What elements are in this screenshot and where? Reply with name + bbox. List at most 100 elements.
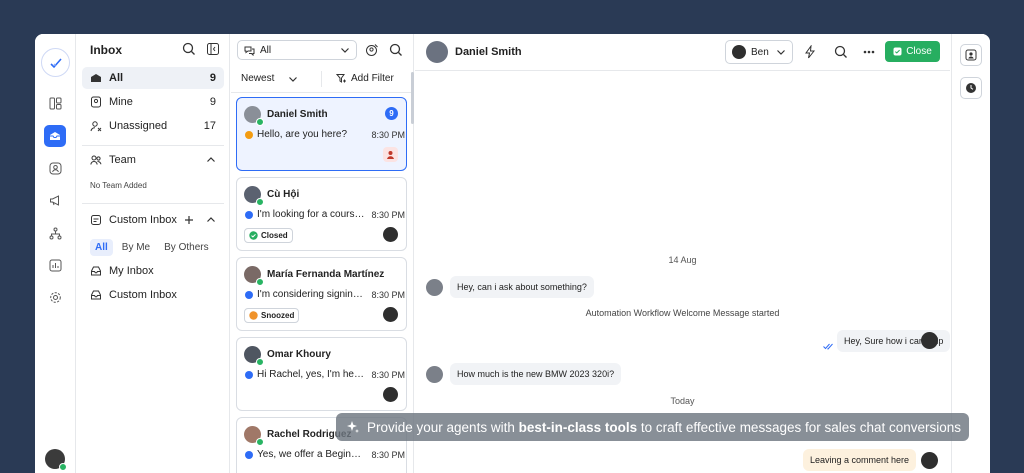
date-separator: 14 Aug — [668, 255, 697, 265]
close-conversation-button[interactable]: Close — [885, 41, 940, 62]
double-check-icon — [823, 343, 834, 350]
right-toolbar — [951, 34, 990, 473]
contact-name: María Fernanda Martínez — [267, 269, 385, 280]
contact-avatar — [426, 279, 443, 296]
sidebar-item-all[interactable]: All 9 — [82, 67, 224, 89]
inbox-nav-icon[interactable] — [44, 125, 66, 147]
history-clock-icon[interactable] — [960, 77, 982, 99]
sidebar-item-mine[interactable]: Mine 9 — [82, 91, 224, 113]
inbox-sidebar: Inbox All 9 Mine 9 Unassigned 17 Team No… — [76, 34, 230, 473]
chevron-down-icon — [288, 74, 298, 84]
search-icon[interactable] — [833, 44, 849, 60]
contact-name: Omar Khoury — [267, 349, 331, 360]
sidebar-item-custom-inbox[interactable]: Custom Inbox — [82, 284, 224, 306]
custom-inbox-header[interactable]: Custom Inbox — [82, 209, 224, 231]
assignee-select[interactable]: Ben — [725, 40, 793, 64]
message-time: 8:30 PM — [371, 209, 405, 220]
last-message: I'm considering signing... 8:30 PM — [245, 289, 405, 300]
incoming-message: How much is the new BMW 2023 320i? — [450, 363, 622, 385]
incoming-message: Hey, can i ask about something? — [450, 276, 594, 298]
conversation-card[interactable]: Daniel Smith 9 Hello, are you here? 8:30… — [236, 97, 407, 171]
internal-comment: Leaving a comment here — [803, 449, 917, 471]
agent-avatar — [383, 227, 398, 242]
team-label: Team — [109, 154, 136, 166]
conversation-card[interactable]: Cù Hội I'm looking for a course... 8:30 … — [236, 177, 407, 251]
sidebar-item-label: Custom Inbox — [109, 289, 177, 301]
conversation-list: All Newest Add Filter Daniel Smith 9 Hel… — [231, 34, 414, 473]
team-icon — [90, 154, 102, 166]
workflow-icon[interactable] — [44, 222, 66, 244]
sparkle-icon — [346, 420, 360, 434]
more-options-icon[interactable] — [861, 44, 877, 60]
chevron-up-icon[interactable] — [206, 215, 216, 225]
assignee-name: Ben — [751, 46, 769, 58]
unread-count-badge: 9 — [385, 107, 398, 120]
channel-icon — [245, 290, 253, 299]
agent-assign-icon[interactable] — [365, 43, 379, 57]
settings-gear-icon[interactable] — [44, 286, 66, 308]
contact-avatar — [244, 266, 264, 286]
chat-header: Daniel Smith Ben Close — [415, 34, 950, 71]
sidebar-item-my-inbox[interactable]: My Inbox — [82, 260, 224, 282]
message-time: 8:30 PM — [371, 449, 405, 460]
promo-banner: Provide your agents with best-in-class t… — [336, 413, 969, 441]
close-label: Close — [906, 46, 932, 57]
filter-icon — [336, 73, 347, 84]
plus-icon[interactable] — [184, 215, 194, 225]
sidebar-item-label: My Inbox — [109, 265, 154, 277]
agent-avatar — [732, 45, 746, 59]
conversation-card[interactable]: María Fernanda Martínez I'm considering … — [236, 257, 407, 331]
add-filter-button[interactable]: Add Filter — [336, 73, 394, 84]
contact-name[interactable]: Daniel Smith — [455, 46, 522, 58]
contact-avatar — [244, 346, 264, 366]
filter-by-me[interactable]: By Me — [117, 239, 155, 256]
chat-bubbles-icon — [244, 45, 255, 56]
list-scrollbar[interactable] — [411, 72, 414, 124]
contact-name: Cù Hội — [267, 189, 300, 200]
dashboard-icon[interactable] — [44, 92, 66, 114]
status-badge: Snoozed — [244, 308, 300, 323]
sort-select[interactable]: Newest — [241, 73, 298, 84]
filter-by-others[interactable]: By Others — [159, 239, 213, 256]
system-message: Automation Workflow Welcome Message star… — [585, 308, 780, 318]
search-icon[interactable] — [182, 42, 196, 56]
filter-all[interactable]: All — [90, 239, 113, 256]
agent-avatar — [921, 452, 938, 469]
unassigned-agent-icon — [383, 147, 398, 162]
inbox-icon — [90, 72, 102, 84]
message-preview: I'm considering signing... — [257, 289, 365, 300]
contact-avatar — [244, 106, 264, 126]
contact-avatar[interactable] — [426, 41, 448, 63]
channel-icon — [245, 210, 253, 219]
contacts-icon[interactable] — [44, 157, 66, 179]
search-icon[interactable] — [389, 43, 403, 57]
status-label: Closed — [261, 231, 288, 240]
chevron-down-icon — [340, 45, 350, 55]
message-time: 8:30 PM — [371, 369, 405, 380]
collapse-sidebar-icon[interactable] — [206, 42, 220, 56]
conversation-card[interactable]: Omar Khoury Hi Rachel, yes, I'm here... … — [236, 337, 407, 411]
chevron-down-icon — [776, 47, 786, 57]
contact-avatar — [244, 186, 264, 206]
date-separator: Today — [670, 396, 695, 406]
lightning-icon[interactable] — [802, 44, 818, 60]
chevron-up-icon[interactable] — [206, 155, 216, 165]
channel-filter-select[interactable]: All — [237, 40, 357, 60]
user-avatar[interactable] — [45, 449, 67, 471]
message-preview: Yes, we offer a Beginner... — [257, 449, 365, 460]
add-filter-label: Add Filter — [351, 73, 394, 84]
channel-filter-value: All — [260, 44, 272, 56]
reports-icon[interactable] — [44, 254, 66, 276]
app-logo-icon[interactable] — [41, 48, 70, 77]
divider — [82, 145, 224, 146]
sidebar-item-unassigned[interactable]: Unassigned 17 — [82, 115, 224, 137]
message-preview: Hello, are you here? — [257, 129, 348, 140]
contact-details-icon[interactable] — [960, 44, 982, 66]
status-label: Snoozed — [261, 311, 295, 320]
team-section-header[interactable]: Team — [82, 149, 224, 171]
banner-text: Provide your agents with — [367, 419, 515, 435]
agent-avatar — [383, 387, 398, 402]
check-square-icon — [893, 47, 902, 56]
broadcast-icon[interactable] — [44, 189, 66, 211]
channel-icon — [245, 130, 253, 139]
